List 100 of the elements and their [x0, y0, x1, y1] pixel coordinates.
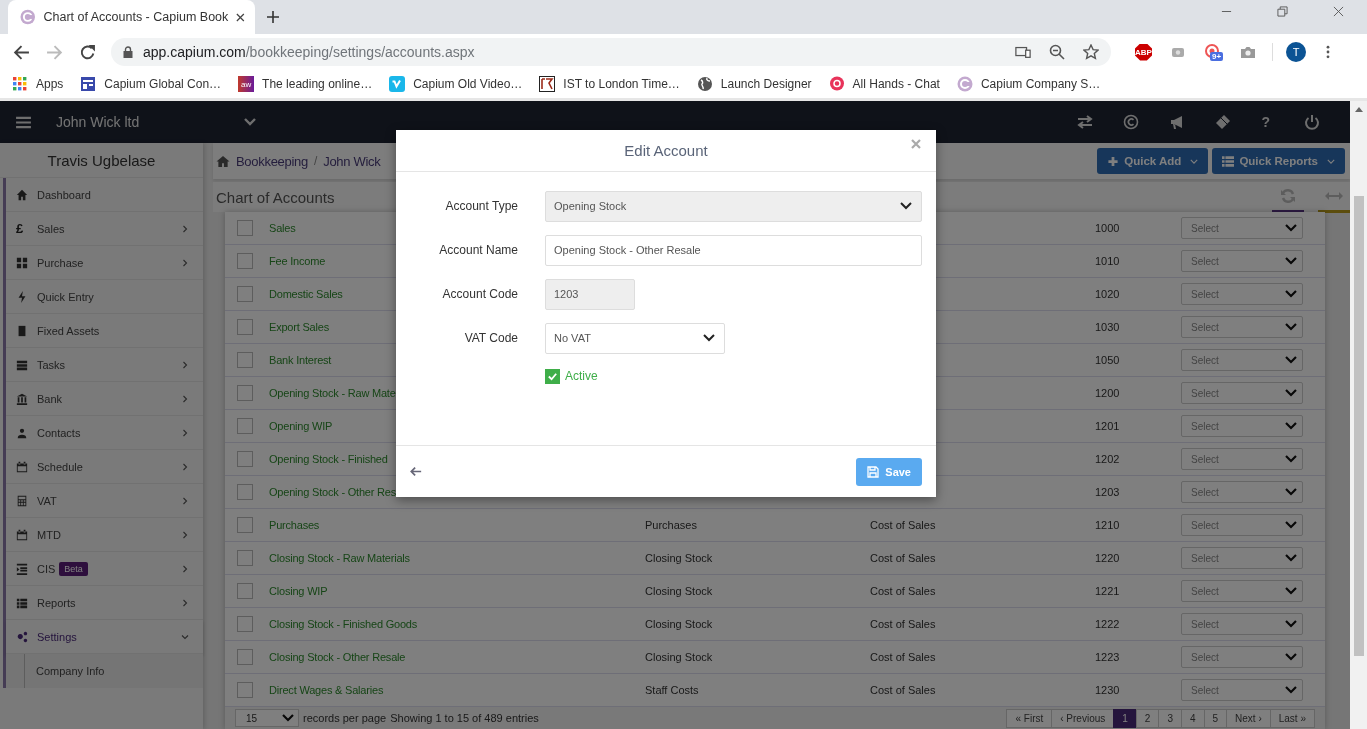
nav-item[interactable]: Bank: [6, 382, 203, 416]
back-arrow-icon[interactable]: [410, 466, 422, 477]
extension-icon[interactable]: 9+: [1204, 43, 1222, 61]
profile-avatar[interactable]: T: [1286, 42, 1306, 62]
select-dropdown[interactable]: Select: [1181, 679, 1303, 701]
pagination-link[interactable]: 1: [1113, 708, 1137, 728]
row-checkbox[interactable]: [237, 451, 253, 467]
menu-icon[interactable]: [16, 115, 31, 129]
row-checkbox[interactable]: [237, 484, 253, 500]
pagination-link[interactable]: 3: [1158, 708, 1182, 728]
table-cell: Closing Stock: [645, 552, 713, 564]
row-checkbox[interactable]: [237, 253, 253, 269]
select-dropdown[interactable]: Select: [1181, 613, 1303, 635]
account-name-link[interactable]: Direct Wages & Salaries: [269, 684, 645, 696]
breadcrumb-link[interactable]: Bookkeeping: [236, 153, 308, 169]
devices-icon[interactable]: [1015, 44, 1031, 60]
nav-item[interactable]: CIS Beta: [6, 552, 203, 586]
close-icon[interactable]: [1333, 5, 1344, 17]
select-dropdown[interactable]: Select: [1181, 646, 1303, 668]
scroll-up-icon[interactable]: [1354, 107, 1363, 112]
select-dropdown[interactable]: Select: [1181, 580, 1303, 602]
select-dropdown[interactable]: Select: [1181, 448, 1303, 470]
select-dropdown[interactable]: Select: [1181, 349, 1303, 371]
menu-icon[interactable]: [1326, 45, 1330, 59]
power-icon[interactable]: [1304, 114, 1320, 130]
row-checkbox[interactable]: [237, 649, 253, 665]
row-checkbox[interactable]: [237, 352, 253, 368]
bookmark-label: All Hands - Chat: [852, 77, 940, 91]
nav-item[interactable]: Contacts: [6, 416, 203, 450]
swap-arrows-icon[interactable]: [1077, 114, 1094, 130]
row-checkbox[interactable]: [237, 517, 253, 533]
save-button[interactable]: Save: [856, 457, 922, 486]
select-field[interactable]: No VAT: [545, 322, 725, 354]
breadcrumb-link[interactable]: John Wick: [323, 153, 381, 169]
select-dropdown[interactable]: Select: [1181, 415, 1303, 437]
ticket-icon[interactable]: [1215, 114, 1232, 130]
pagination-link[interactable]: 4: [1180, 708, 1205, 728]
nav-item[interactable]: Purchase: [6, 246, 203, 280]
address-bar[interactable]: app.capium.com/bookkeeping/settings/accounts.aspx: [111, 38, 1111, 66]
pagination-link[interactable]: Next ›: [1226, 708, 1271, 728]
account-name-link[interactable]: Purchases: [269, 519, 645, 531]
select-dropdown[interactable]: Select: [1181, 382, 1303, 404]
account-name-link[interactable]: Closing Stock - Raw Materials: [269, 552, 645, 564]
row-checkbox[interactable]: [237, 385, 253, 401]
nav-item[interactable]: Schedule: [6, 450, 203, 484]
select-dropdown[interactable]: Select: [1181, 481, 1303, 503]
row-checkbox[interactable]: [237, 418, 253, 434]
quick-add-button[interactable]: Quick Add: [1097, 148, 1209, 174]
reload-icon[interactable]: [79, 43, 96, 61]
row-checkbox[interactable]: [237, 682, 253, 698]
forward-icon[interactable]: [46, 43, 63, 61]
quick-reports-button[interactable]: Quick Reports: [1212, 148, 1345, 174]
browser-tab[interactable]: Chart of Accounts - Capium Book: [8, 0, 255, 34]
pagination-link[interactable]: 5: [1203, 708, 1228, 728]
row-checkbox[interactable]: [237, 319, 253, 335]
nav-item[interactable]: Reports: [6, 586, 203, 620]
scrollbar[interactable]: [1350, 101, 1367, 729]
select-dropdown[interactable]: Select: [1181, 514, 1303, 536]
zoom-out-icon[interactable]: [1049, 44, 1065, 60]
new-tab-icon[interactable]: [267, 11, 279, 23]
pagination-link[interactable]: Last »: [1269, 708, 1315, 728]
row-checkbox[interactable]: [237, 286, 253, 302]
help-button[interactable]: ?: [1261, 114, 1270, 130]
account-name-link[interactable]: Closing Stock - Other Resale: [269, 651, 645, 663]
restore-icon[interactable]: [1277, 5, 1288, 17]
checkbox[interactable]: [545, 368, 560, 384]
nav-item[interactable]: VAT: [6, 484, 203, 518]
select-dropdown[interactable]: Select: [1181, 250, 1303, 272]
chevron-down-icon[interactable]: [244, 118, 256, 126]
pagination-link[interactable]: 2: [1135, 708, 1160, 728]
page-size-select[interactable]: 15: [235, 709, 299, 727]
select-dropdown[interactable]: Select: [1181, 283, 1303, 305]
nav-item[interactable]: Quick Entry: [6, 280, 203, 314]
close-icon[interactable]: [236, 12, 245, 22]
pagination-link[interactable]: « First: [1006, 708, 1053, 728]
capium-logo-icon: [20, 9, 36, 25]
select-dropdown[interactable]: Select: [1181, 316, 1303, 338]
indent-list-icon: [16, 562, 28, 575]
home-icon[interactable]: [216, 154, 230, 168]
account-name-link[interactable]: Closing WIP: [269, 585, 645, 597]
row-checkbox[interactable]: [237, 583, 253, 599]
pagination-link[interactable]: ‹ Previous: [1051, 708, 1115, 728]
row-checkbox[interactable]: [237, 616, 253, 632]
select-dropdown[interactable]: Select: [1181, 547, 1303, 569]
nav-item[interactable]: £ Sales: [6, 212, 203, 246]
account-name-link[interactable]: Closing Stock - Finished Goods: [269, 618, 645, 630]
camera-icon[interactable]: [1240, 44, 1256, 60]
star-icon[interactable]: [1083, 44, 1099, 60]
nav-item[interactable]: Tasks: [6, 348, 203, 382]
select-dropdown[interactable]: Select: [1181, 217, 1303, 239]
adblock-extension-icon[interactable]: ABP: [1135, 43, 1152, 61]
nav-item[interactable]: MTD: [6, 518, 203, 552]
nav-subitem[interactable]: Company Info: [6, 654, 203, 688]
copyright-icon[interactable]: [1123, 114, 1140, 130]
nav-item[interactable]: Dashboard: [6, 178, 203, 212]
input-field[interactable]: Opening Stock - Other Resale: [545, 234, 922, 266]
row-checkbox[interactable]: [237, 220, 253, 236]
row-checkbox[interactable]: [237, 550, 253, 566]
nav-item[interactable]: Fixed Assets: [6, 314, 203, 348]
back-icon[interactable]: [13, 43, 30, 61]
